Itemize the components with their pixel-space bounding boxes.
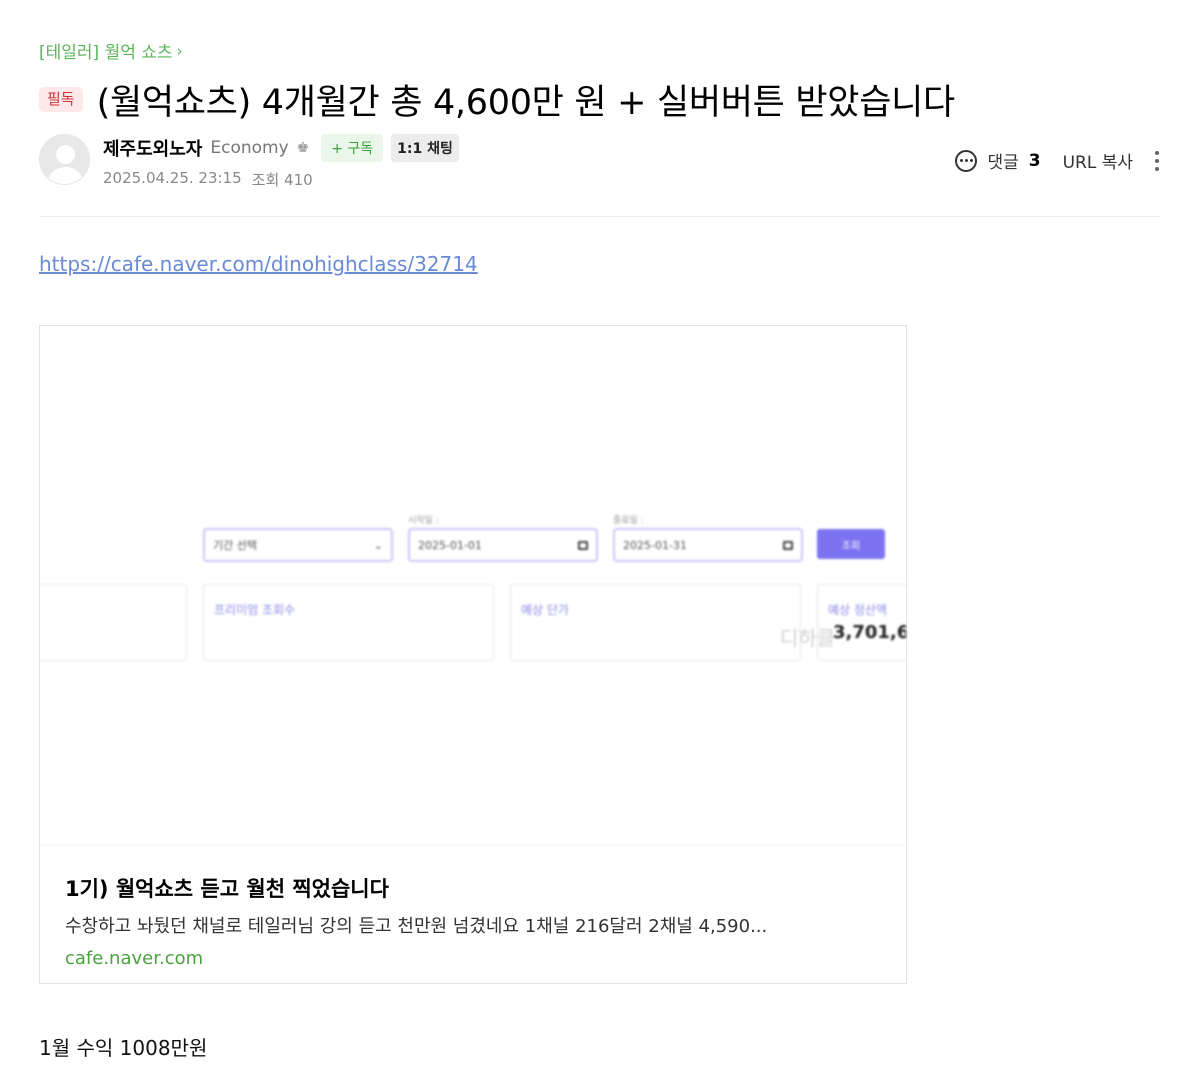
calendar-icon bbox=[783, 540, 793, 550]
subscribe-button[interactable]: + 구독 bbox=[321, 134, 384, 162]
link-preview-title[interactable]: 1기) 월억쇼츠 듣고 월천 찍었습니다 bbox=[65, 873, 885, 903]
post-views: 조회 410 bbox=[251, 171, 313, 189]
crown-icon: ♚ bbox=[296, 140, 310, 156]
preview-search-button: 조회 bbox=[817, 529, 885, 559]
calendar-icon bbox=[578, 540, 588, 550]
more-options-icon[interactable] bbox=[1155, 150, 1159, 171]
breadcrumb-label[interactable]: [테일러] 월억 쇼츠 bbox=[39, 38, 173, 63]
post-header: 필독 (월억쇼츠) 4개월간 총 4,600만 원 + 실버버튼 받았습니다 bbox=[39, 74, 955, 125]
avatar[interactable] bbox=[39, 134, 90, 185]
comment-count[interactable]: 3 bbox=[1029, 151, 1041, 171]
avatar-body-shape bbox=[48, 167, 83, 184]
author-name-row: 제주도외노자 Economy ♚ + 구독 1:1 채팅 bbox=[103, 134, 459, 162]
preview-stat-settlement-value: 3,701,63 bbox=[833, 622, 906, 643]
comment-label[interactable]: 댓글 bbox=[987, 148, 1018, 173]
link-preview-domain: cafe.naver.com bbox=[65, 948, 204, 969]
preview-end-value: 2025-01-31 bbox=[623, 538, 687, 552]
chevron-right-icon: › bbox=[176, 41, 183, 60]
link-preview-body: 1기) 월억쇼츠 듣고 월천 찍었습니다 수창하고 놔뒀던 채널로 테일러님 강… bbox=[65, 873, 885, 969]
chat-button[interactable]: 1:1 채팅 bbox=[391, 134, 459, 162]
preview-start-date: 2025-01-01 bbox=[408, 528, 598, 562]
notice-badge: 필독 bbox=[39, 87, 83, 112]
link-preview-thumbnail: 기간 선택 ⌄ 시작일 : 2025-01-01 종료일 : 2025-01-3… bbox=[40, 326, 906, 846]
link-preview-card[interactable]: 기간 선택 ⌄ 시작일 : 2025-01-01 종료일 : 2025-01-3… bbox=[39, 325, 907, 984]
header-divider bbox=[39, 216, 1159, 217]
preview-watermark: 디하클 bbox=[780, 626, 836, 650]
url-copy-button[interactable]: URL 복사 bbox=[1063, 148, 1133, 173]
author-nickname[interactable]: 제주도외노자 bbox=[103, 135, 202, 161]
author-section: 제주도외노자 Economy ♚ + 구독 1:1 채팅 2025.04.25.… bbox=[39, 134, 459, 190]
preview-stat-premium: 프리미엄 조회수 bbox=[203, 584, 494, 661]
preview-end-date: 2025-01-31 bbox=[613, 528, 803, 562]
preview-period-select-label: 기간 선택 bbox=[213, 539, 257, 552]
preview-start-value: 2025-01-01 bbox=[418, 538, 482, 552]
preview-stat-unit-price: 예상 단가 bbox=[510, 584, 801, 661]
comment-icon[interactable] bbox=[955, 149, 978, 172]
post-body-text: 1월 수익 1008만원 bbox=[39, 1036, 208, 1060]
post-title: (월억쇼츠) 4개월간 총 4,600만 원 + 실버버튼 받았습니다 bbox=[96, 83, 956, 123]
breadcrumb[interactable]: [테일러] 월억 쇼츠 › bbox=[39, 38, 183, 64]
avatar-head-shape bbox=[56, 145, 75, 164]
preview-start-label: 시작일 : bbox=[408, 516, 439, 526]
preview-period-select: 기간 선택 ⌄ bbox=[203, 528, 393, 562]
post-actions: 댓글 3 URL 복사 bbox=[955, 148, 1159, 173]
author-info: 제주도외노자 Economy ♚ + 구독 1:1 채팅 2025.04.25.… bbox=[103, 134, 459, 190]
post-meta: 2025.04.25. 23:15 조회 410 bbox=[103, 169, 459, 190]
link-preview-description: 수창하고 놔뒀던 채널로 테일러님 강의 듣고 천만원 넘겼네요 1채널 216… bbox=[65, 916, 768, 937]
chevron-down-icon: ⌄ bbox=[373, 538, 383, 552]
preview-stat-card bbox=[40, 584, 187, 661]
post-link[interactable]: https://cafe.naver.com/dinohighclass/327… bbox=[39, 252, 478, 276]
post-date: 2025.04.25. 23:15 bbox=[103, 169, 242, 187]
preview-end-label: 종료일 : bbox=[613, 516, 644, 526]
author-grade: Economy bbox=[210, 138, 289, 158]
